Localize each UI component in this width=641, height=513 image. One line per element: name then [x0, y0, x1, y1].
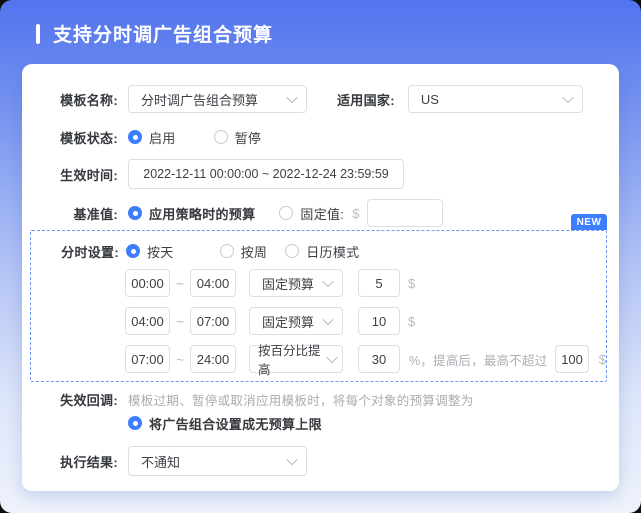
expire-callback-description: 模板过期、暂停或取消应用模板时，将每个对象的预算调整为 — [128, 390, 474, 409]
base-value-label: 基准值: — [36, 204, 118, 223]
row-exec-result: 执行结果: 不通知 — [36, 446, 307, 476]
slot2-end-input[interactable]: 07:00 — [190, 307, 236, 335]
chevron-down-icon — [286, 92, 297, 103]
slot3-end-input[interactable]: 24:00 — [190, 345, 236, 373]
schedule-mode-calendar-label[interactable]: 日历模式 — [306, 242, 359, 261]
form-card: 模板名称: 分时调广告组合预算 适用国家: US 模板状态: 启用 暂停 生效时… — [22, 64, 619, 491]
base-value-radio-fixed[interactable] — [279, 206, 293, 220]
chevron-down-icon — [322, 276, 333, 287]
schedule-mode-radio-weekly[interactable] — [220, 244, 234, 258]
time-slot-row: 00:00 ~ 04:00 固定预算 5 $ — [125, 269, 415, 297]
template-name-value: 分时调广告组合预算 — [141, 90, 258, 109]
time-slot-row: 07:00 ~ 24:00 按百分比提高 30 %，提高后，最高不超过 100 … — [125, 345, 606, 373]
row-base-value: 基准值: 应用策略时的预算 固定值: $ — [36, 199, 443, 227]
range-separator: ~ — [175, 314, 185, 329]
country-value: US — [421, 92, 439, 107]
dollar-sign: $ — [352, 206, 359, 221]
page-header: 支持分时调广告组合预算 — [36, 20, 273, 47]
slot2-value-input[interactable]: 10 — [358, 307, 400, 335]
schedule-section: 分时设置: 按天 按周 日历模式 00:00 ~ 04:00 固定预算 5 $ — [30, 230, 607, 382]
base-value-radio-strategy[interactable] — [128, 206, 142, 220]
status-radio-paused[interactable] — [214, 130, 228, 144]
exec-result-value: 不通知 — [141, 452, 180, 471]
time-slot-row: 04:00 ~ 07:00 固定预算 10 $ — [125, 307, 415, 335]
status-option-paused-label[interactable]: 暂停 — [235, 128, 262, 147]
dollar-sign: $ — [408, 314, 415, 329]
row-status: 模板状态: 启用 暂停 — [36, 129, 261, 145]
fixed-value-input[interactable] — [367, 199, 443, 227]
slot1-end-input[interactable]: 04:00 — [190, 269, 236, 297]
exec-result-label: 执行结果: — [36, 452, 118, 471]
template-name-label: 模板名称: — [36, 90, 118, 109]
expire-callback-label: 失效回调: — [36, 390, 118, 409]
expire-option-label[interactable]: 将广告组合设置成无预算上限 — [149, 414, 322, 433]
status-radio-enabled[interactable] — [128, 130, 142, 144]
title-accent-bar — [36, 24, 40, 44]
template-name-select[interactable]: 分时调广告组合预算 — [128, 85, 307, 113]
chevron-down-icon — [326, 352, 337, 363]
exec-result-select[interactable]: 不通知 — [128, 446, 307, 476]
new-badge: NEW — [571, 214, 607, 230]
schedule-mode-daily-label[interactable]: 按天 — [147, 242, 174, 261]
chevron-down-icon — [286, 454, 297, 465]
dollar-sign: $ — [599, 352, 606, 367]
status-option-enabled-label[interactable]: 启用 — [149, 128, 176, 147]
percent-cap-hint: %，提高后，最高不超过 — [409, 350, 547, 369]
range-separator: ~ — [175, 352, 185, 367]
row-expire-option: 将广告组合设置成无预算上限 — [128, 415, 322, 431]
dollar-sign: $ — [408, 276, 415, 291]
schedule-mode-radio-daily[interactable] — [126, 244, 140, 258]
chevron-down-icon — [562, 92, 573, 103]
effective-time-label: 生效时间: — [36, 165, 118, 184]
slot1-start-input[interactable]: 00:00 — [125, 269, 170, 297]
status-label: 模板状态: — [36, 128, 118, 147]
slot2-start-input[interactable]: 04:00 — [125, 307, 170, 335]
slot2-type-value: 固定预算 — [262, 312, 314, 331]
slot1-type-select[interactable]: 固定预算 — [249, 269, 343, 297]
base-value-fixed-label[interactable]: 固定值: — [300, 204, 344, 223]
schedule-mode-radio-calendar[interactable] — [285, 244, 299, 258]
row-template-name: 模板名称: 分时调广告组合预算 适用国家: US — [36, 84, 583, 114]
slot3-start-input[interactable]: 07:00 — [125, 345, 170, 373]
slot1-type-value: 固定预算 — [262, 274, 314, 293]
slot3-type-select[interactable]: 按百分比提高 — [249, 345, 343, 373]
country-label: 适用国家: — [337, 90, 395, 109]
slot2-type-select[interactable]: 固定预算 — [249, 307, 343, 335]
row-expire-callback: 失效回调: 模板过期、暂停或取消应用模板时，将每个对象的预算调整为 — [36, 391, 474, 407]
effective-time-input[interactable]: 2022-12-11 00:00:00 ~ 2022-12-24 23:59:5… — [128, 159, 404, 189]
page-background: 支持分时调广告组合预算 模板名称: 分时调广告组合预算 适用国家: US 模板状… — [0, 0, 641, 513]
expire-option-radio[interactable] — [128, 416, 142, 430]
slot1-value-input[interactable]: 5 — [358, 269, 400, 297]
slot3-cap-input[interactable]: 100 — [555, 345, 588, 373]
schedule-label: 分时设置: — [37, 242, 119, 261]
base-value-strategy-label[interactable]: 应用策略时的预算 — [149, 204, 255, 223]
chevron-down-icon — [322, 314, 333, 325]
slot3-type-value: 按百分比提高 — [258, 340, 322, 378]
country-select[interactable]: US — [408, 85, 583, 113]
slot3-value-input[interactable]: 30 — [358, 345, 400, 373]
page-title: 支持分时调广告组合预算 — [53, 20, 273, 47]
schedule-mode-weekly-label[interactable]: 按周 — [241, 242, 268, 261]
row-schedule-mode: 分时设置: 按天 按周 日历模式 — [37, 243, 359, 259]
range-separator: ~ — [175, 276, 185, 291]
row-effective-time: 生效时间: 2022-12-11 00:00:00 ~ 2022-12-24 2… — [36, 159, 404, 189]
